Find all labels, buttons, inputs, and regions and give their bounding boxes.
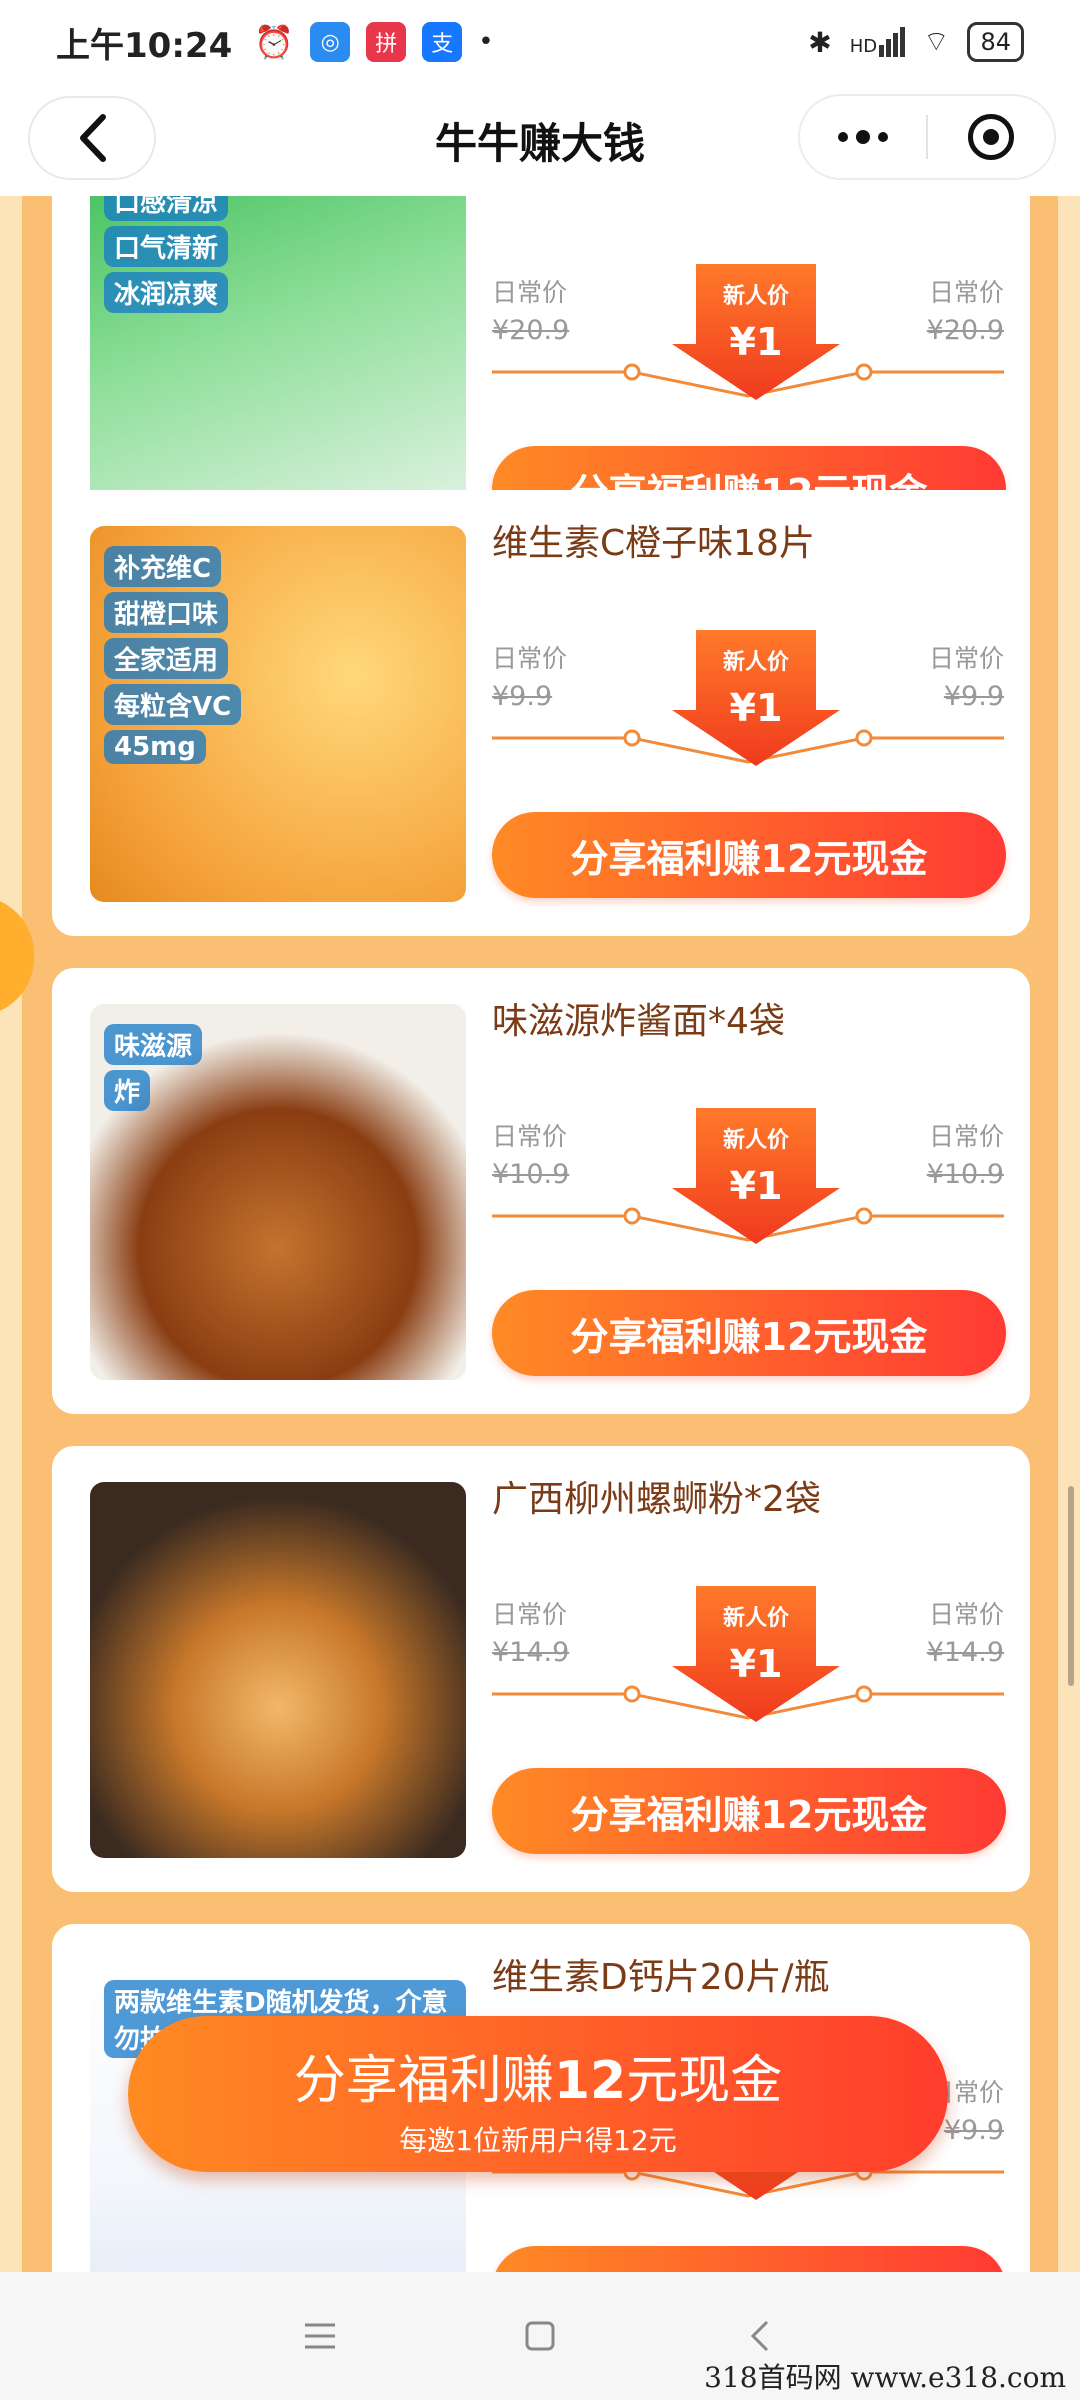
- back-arrow-icon: [750, 2320, 769, 2352]
- network-label: HD: [849, 36, 878, 57]
- daily-price-left: 日常价 ¥9.9: [492, 640, 567, 716]
- floating-share-button[interactable]: 分享福利赚12元现金 每邀1位新用户得12元: [128, 2016, 948, 2172]
- alipay-app-icon: 支: [422, 22, 463, 62]
- new-user-price-arrow: 新人价 ¥1: [672, 1586, 840, 1722]
- product-image-text: 口气清新: [104, 226, 229, 267]
- new-user-price-label: 新人价: [722, 1606, 789, 1631]
- product-name: 维生素D钙片20片/瓶: [492, 1957, 830, 1998]
- new-user-price-value: ¥1: [729, 320, 783, 364]
- new-user-price-value: ¥1: [729, 1164, 783, 1208]
- product-image-text: 味滋源: [104, 1024, 203, 1065]
- daily-price-label: 日常价: [928, 278, 1004, 307]
- more-icon: [838, 130, 888, 144]
- product-image-text: 全家适用: [104, 638, 229, 679]
- menu-icon: [305, 2323, 335, 2349]
- notification-dot-icon: •: [478, 27, 494, 57]
- status-time: 上午10:24: [56, 25, 233, 66]
- new-user-price-label: 新人价: [722, 1128, 789, 1153]
- page-title: 牛牛赚大钱: [434, 118, 645, 168]
- chat-app-icon: ◎: [310, 22, 351, 62]
- daily-price-value: ¥20.9: [492, 315, 570, 346]
- daily-price-value: ¥10.9: [492, 1159, 570, 1190]
- daily-price-value: ¥9.9: [943, 681, 1004, 712]
- product-image-text: 甜橙口味: [104, 592, 229, 633]
- product-image[interactable]: 补充维C 甜橙口味全家适用每粒含VC 45mg: [90, 526, 466, 902]
- daily-price-left: 日常价 ¥20.9: [492, 274, 569, 350]
- daily-price-right: 日常价 ¥10.9: [927, 1118, 1004, 1194]
- product-name: 味滋源炸酱面*4袋: [492, 1001, 785, 1042]
- product-card[interactable]: 广西柳州螺蛳粉*2袋 日常价 ¥14.9 日常价 ¥14.9 新人价 ¥1 分享…: [52, 1446, 1030, 1892]
- product-image-text: 炸: [104, 1070, 151, 1111]
- daily-price-label: 日常价: [492, 644, 568, 673]
- daily-price-label: 日常价: [928, 644, 1004, 673]
- daily-price-value: ¥14.9: [926, 1637, 1004, 1668]
- new-user-price-arrow: 新人价 ¥1: [672, 264, 840, 400]
- daily-price-label: 日常价: [928, 1122, 1004, 1151]
- new-user-price-label: 新人价: [722, 650, 789, 675]
- pinduoduo-app-icon: 拼: [366, 22, 407, 62]
- menu-button[interactable]: [210, 2321, 430, 2351]
- daily-price-value: ¥14.9: [492, 1637, 570, 1668]
- daily-price-right: 日常价 ¥9.9: [929, 640, 1004, 716]
- product-image[interactable]: 味滋源炸: [90, 1004, 466, 1380]
- miniapp-capsule: [798, 94, 1056, 180]
- daily-price-value: ¥20.9: [926, 315, 1004, 346]
- wifi-icon: ⌔: [923, 24, 950, 58]
- product-image-text: 每粒含VC: [104, 684, 242, 725]
- share-earn-button[interactable]: 分享福利赚12元现金: [492, 1768, 1006, 1854]
- more-button[interactable]: [800, 129, 926, 145]
- floating-share-subtitle: 每邀1位新用户得12元: [399, 2124, 677, 2157]
- daily-price-label: 日常价: [492, 1122, 568, 1151]
- product-image-text: 口感清凉: [104, 196, 229, 221]
- target-icon: [968, 114, 1014, 160]
- product-image-text: 补充维C: [104, 546, 222, 587]
- new-user-price-value: ¥1: [729, 686, 783, 730]
- battery-indicator: 84: [967, 22, 1024, 62]
- product-name: 广西柳州螺蛳粉*2袋: [492, 1479, 821, 1520]
- new-user-price-label: 新人价: [722, 284, 789, 309]
- product-card[interactable]: 补充维C 甜橙口味全家适用每粒含VC 45mg 维生素C橙子味18片 日常价 ¥9.…: [52, 490, 1030, 936]
- daily-price-right: 日常价 ¥14.9: [927, 1596, 1004, 1672]
- share-earn-button[interactable]: 分享福利赚12元现金: [492, 2246, 1006, 2272]
- daily-price-label: 日常价: [492, 1600, 568, 1629]
- share-earn-button[interactable]: 分享福利赚12元现金: [492, 1290, 1006, 1376]
- product-list-area[interactable]: 口感清凉 口气清新 冰润凉爽 日常价 ¥20.9 日常价 ¥20.9 新人价 ¥1 …: [0, 196, 1080, 2272]
- daily-price-value: ¥9.9: [492, 681, 553, 712]
- chevron-left-icon: [80, 114, 106, 162]
- daily-price-left: 日常价 ¥14.9: [492, 1596, 569, 1672]
- back-button[interactable]: [28, 96, 156, 180]
- close-miniapp-button[interactable]: [928, 114, 1054, 160]
- product-image[interactable]: [90, 1482, 466, 1858]
- status-bar: 上午10:24 ⏰ ◎ 拼 支 • ✱ HD ⌔ 84: [0, 0, 1080, 84]
- product-image-text: 冰润凉爽: [104, 272, 229, 313]
- new-user-price-value: ¥1: [729, 1642, 783, 1686]
- scrollbar[interactable]: [1068, 1486, 1074, 1686]
- daily-price-right: 日常价 ¥20.9: [927, 274, 1004, 350]
- share-earn-button[interactable]: 分享福利赚12元现金: [492, 812, 1006, 898]
- nav-bar: 牛牛赚大钱: [0, 84, 1080, 196]
- daily-price-label: 日常价: [928, 1600, 1004, 1629]
- alarm-icon: ⏰: [254, 23, 295, 61]
- watermark-text: 318首码网 www.e318.com: [704, 2361, 1066, 2394]
- new-user-price-arrow: 新人价 ¥1: [672, 1108, 840, 1244]
- daily-price-label: 日常价: [492, 278, 568, 307]
- home-square-icon: [525, 2321, 555, 2351]
- system-back-button[interactable]: [650, 2319, 870, 2353]
- product-image-text: 45mg: [104, 730, 206, 764]
- daily-price-value: ¥10.9: [926, 1159, 1004, 1190]
- floating-share-title: 分享福利赚12元现金: [293, 2051, 783, 2111]
- home-button[interactable]: [430, 2320, 650, 2352]
- system-nav-bar: 318首码网 www.e318.com: [0, 2272, 1080, 2400]
- signal-icon: HD: [849, 27, 906, 57]
- product-image[interactable]: 口感清凉口气清新冰润凉爽: [90, 196, 466, 536]
- daily-price-left: 日常价 ¥10.9: [492, 1118, 569, 1194]
- new-user-price-arrow: 新人价 ¥1: [672, 630, 840, 766]
- product-card[interactable]: 味滋源炸 味滋源炸酱面*4袋 日常价 ¥10.9 日常价 ¥10.9 新人价 ¥…: [52, 968, 1030, 1414]
- product-name: 维生素C橙子味18片: [492, 523, 815, 564]
- bluetooth-icon: ✱: [808, 25, 832, 59]
